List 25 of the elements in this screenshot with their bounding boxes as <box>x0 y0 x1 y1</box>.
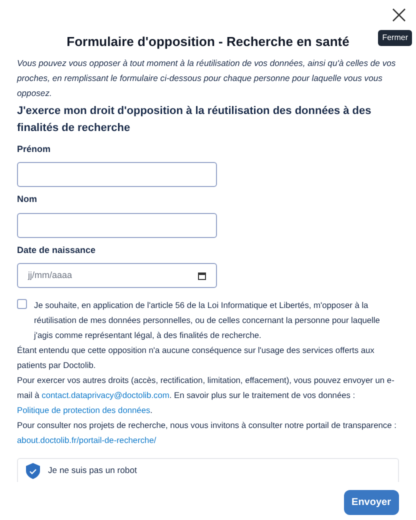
tooltip: Fermer <box>378 30 412 46</box>
shield-check-icon <box>26 462 40 478</box>
captcha-label: Je ne suis pas un robot <box>48 464 137 477</box>
link[interactable]: Politique de protection des données <box>17 405 150 415</box>
field-label: Date de naissance <box>17 244 97 256</box>
consent-checkbox[interactable] <box>17 299 27 309</box>
info-text: Pour exercer vos autres droits (accès, rectification, limitation, effacement), vous pouvez envoyer un e-mail à contact.dataprivacy@doctolib.com. En savoir plus sur le traitement de vos données : Politique de protection des données. <box>17 374 396 417</box>
consent-text: Je souhaite, en application de l'article 56 de la Loi Informatique et Libertés, m'opposer à la réutilisation de mes données personnelles, ou de celles concernant la personne pour laquelle j'agis comme représentant légal, à des finalités de recherche. <box>34 299 381 342</box>
submit-button[interactable]: Envoyer <box>344 490 399 515</box>
info-text: Pour consulter nos projets de recherche, nous vous invitons à consulter notre portail de transparence : about.doctolib.fr/portail-de-recherche/ <box>17 419 398 447</box>
link[interactable]: contact.dataprivacy@doctolib.com <box>42 390 170 400</box>
field-label: Prénom <box>17 142 52 156</box>
dialog-title: Formulaire d'opposition - Recherche en santé <box>66 33 350 51</box>
field-label: Nom <box>17 193 38 206</box>
date-field[interactable]: jj/mm/aaaa <box>17 263 217 288</box>
text-field[interactable] <box>17 162 217 187</box>
intro-text: Vous pouvez vous opposer à tout moment à la réutilisation de vos données, ainsi qu'à celles de vos proches, en remplissant le formulaire ci-dessous pour chaque personne pour laquelle vous vous opposez. <box>17 56 397 100</box>
link[interactable]: about.doctolib.fr/portail-de-recherche/ <box>17 435 156 445</box>
text-field[interactable] <box>17 212 217 238</box>
section-heading: J'exerce mon droit d'opposition à la réutilisation des données à des finalités de recherche <box>17 104 372 136</box>
date-placeholder: jj/mm/aaaa <box>28 268 72 282</box>
calendar-icon <box>198 272 206 280</box>
close-button[interactable] <box>390 6 408 24</box>
close-icon <box>392 8 406 22</box>
info-text: Étant entendu que cette opposition n'a aucune conséquence sur l'usage des services offerts aux patients par Doctolib. <box>17 344 376 372</box>
